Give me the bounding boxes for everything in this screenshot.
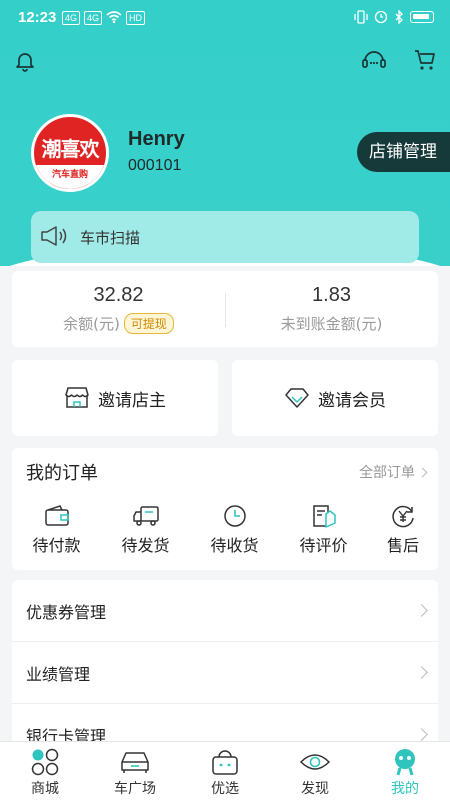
- pending-label-row: 未到账金额(元): [225, 313, 438, 334]
- tab-label: 优选: [211, 781, 239, 797]
- order-label: 待收货: [210, 536, 259, 555]
- tab-featured[interactable]: 优选: [180, 742, 270, 800]
- status-time: 12:23: [18, 9, 57, 26]
- orders-title: 我的订单: [26, 463, 98, 484]
- network-4g-badge-2: 4G: [84, 11, 103, 25]
- battery-icon: [410, 11, 434, 23]
- invite-shop-owner-label: 邀请店主: [98, 390, 166, 411]
- order-label: 待发货: [121, 536, 170, 555]
- all-orders-link[interactable]: 全部订单: [359, 462, 428, 482]
- balance-column[interactable]: 32.82 余额(元) 可提现: [12, 271, 225, 347]
- mall-icon: [31, 748, 59, 776]
- notice-banner[interactable]: 车市扫描: [31, 211, 419, 263]
- tab-label: 我的: [391, 781, 419, 797]
- vibrate-icon: [354, 10, 368, 24]
- eye-icon: [299, 754, 331, 770]
- order-pending-receipt[interactable]: 待收货: [190, 504, 279, 556]
- order-pending-review[interactable]: 待评价: [279, 504, 368, 556]
- chevron-right-icon: [417, 467, 428, 477]
- menu-item-label: 优惠券管理: [26, 602, 107, 622]
- balance-label: 余额(元): [63, 315, 120, 333]
- profile-header: 潮喜欢 汽车直购 Henry 000101 店铺管理 车市扫描: [0, 36, 450, 266]
- tab-mall[interactable]: 商城: [0, 742, 90, 800]
- pending-label: 未到账金额(元): [280, 315, 383, 333]
- tab-mine[interactable]: 我的: [360, 742, 450, 800]
- alarm-icon: [374, 10, 388, 24]
- clock-icon: [223, 505, 246, 527]
- status-bar: 12:23 4G 4G HD: [0, 0, 450, 36]
- tab-label: 车广场: [114, 781, 156, 797]
- invite-member-label: 邀请会员: [318, 390, 386, 411]
- menu-performance-management[interactable]: 业绩管理: [12, 642, 438, 704]
- avatar-logo-text: 潮喜欢: [41, 137, 100, 161]
- status-left-icons: 4G 4G HD: [62, 11, 146, 25]
- tab-label: 商城: [31, 781, 59, 797]
- notice-text: 车市扫描: [80, 229, 141, 247]
- invite-shop-owner-button[interactable]: 邀请店主: [12, 360, 218, 436]
- chevron-right-icon: [415, 728, 428, 741]
- username: Henry: [128, 128, 185, 150]
- avatar-sub-text: 汽车直购: [34, 165, 106, 189]
- storefront-icon: [65, 387, 89, 408]
- wifi-icon: [106, 11, 122, 23]
- order-label: 售后: [386, 536, 419, 555]
- cart-icon[interactable]: [411, 46, 439, 74]
- truck-icon: [132, 506, 159, 526]
- tab-label: 发现: [301, 781, 329, 797]
- pending-value: 1.83: [312, 284, 351, 306]
- wallet-icon: [44, 505, 69, 526]
- bottom-tab-bar: 商城 车广场 优选 发现 我的: [0, 741, 450, 800]
- order-label: 待付款: [32, 536, 81, 555]
- profile-icon: [395, 749, 415, 776]
- all-orders-label: 全部订单: [359, 465, 415, 481]
- balance-value: 32.82: [93, 284, 144, 306]
- invite-member-button[interactable]: 邀请会员: [232, 360, 438, 436]
- user-id: 000101: [128, 157, 182, 174]
- chevron-right-icon: [415, 604, 428, 617]
- network-4g-badge: 4G: [62, 11, 81, 25]
- diamond-icon: [285, 388, 309, 408]
- shop-management-button[interactable]: 店铺管理: [357, 132, 450, 172]
- settings-menu: 优惠券管理 业绩管理 银行卡管理: [12, 580, 438, 750]
- menu-coupon-management[interactable]: 优惠券管理: [12, 580, 438, 642]
- car-icon: [121, 752, 149, 773]
- order-after-sales[interactable]: 售后: [368, 504, 438, 556]
- review-icon: [312, 505, 336, 528]
- my-orders-card: 我的订单 全部订单 待付款 待发货 待收货 待评价 售后: [12, 448, 438, 570]
- status-right-icons: [354, 10, 434, 24]
- withdraw-badge[interactable]: 可提现: [123, 313, 174, 334]
- bluetooth-icon: [395, 10, 403, 24]
- order-pending-shipment[interactable]: 待发货: [101, 504, 190, 556]
- order-pending-payment[interactable]: 待付款: [12, 504, 101, 556]
- headset-chat-icon[interactable]: [360, 46, 388, 74]
- chevron-right-icon: [415, 666, 428, 679]
- order-label: 待评价: [299, 536, 348, 555]
- tab-discover[interactable]: 发现: [270, 742, 360, 800]
- hd-badge: HD: [126, 11, 146, 25]
- balance-card: 32.82 余额(元) 可提现 1.83 未到账金额(元): [12, 271, 438, 347]
- tab-car-square[interactable]: 车广场: [90, 742, 180, 800]
- avatar[interactable]: 潮喜欢 汽车直购: [31, 114, 109, 192]
- megaphone-icon: [41, 226, 67, 246]
- pending-column[interactable]: 1.83 未到账金额(元): [225, 271, 438, 347]
- order-status-list: 待付款 待发货 待收货 待评价 售后: [12, 504, 438, 556]
- bell-icon[interactable]: [12, 48, 38, 74]
- balance-label-row: 余额(元) 可提现: [12, 313, 225, 334]
- basket-icon: [212, 750, 238, 775]
- yuan-refund-icon: [392, 505, 414, 528]
- menu-item-label: 业绩管理: [26, 664, 91, 684]
